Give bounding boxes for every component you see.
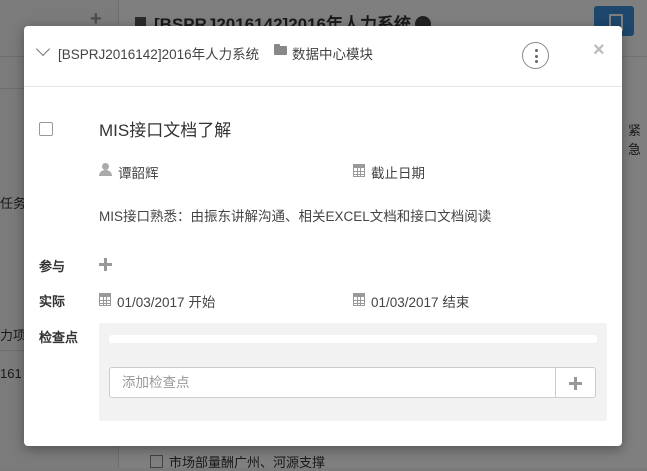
more-vertical-icon bbox=[534, 49, 538, 52]
folder-icon bbox=[274, 44, 287, 55]
chevron-down-icon[interactable] bbox=[35, 41, 51, 57]
due-date-field[interactable]: 截止日期 bbox=[371, 162, 425, 182]
add-participant-plus-icon[interactable] bbox=[99, 258, 112, 271]
more-vertical-icon-dot bbox=[534, 54, 538, 58]
task-complete-checkbox[interactable] bbox=[39, 122, 53, 136]
checkpoints-label: 检查点 bbox=[39, 330, 79, 345]
plus-icon bbox=[569, 377, 582, 390]
calendar-icon bbox=[353, 293, 365, 306]
user-icon bbox=[99, 163, 112, 176]
more-vertical-icon-dot bbox=[534, 60, 538, 63]
checklist-progress-bar bbox=[109, 335, 597, 343]
modal-header: [BSPRJ2016142]2016年人力系统 数据中心模块 × bbox=[24, 26, 622, 87]
calendar-icon bbox=[353, 164, 365, 177]
breadcrumb-project[interactable]: [BSPRJ2016142]2016年人力系统 bbox=[58, 43, 259, 63]
add-checkpoint-button[interactable] bbox=[556, 367, 596, 398]
close-button[interactable]: × bbox=[593, 40, 605, 60]
actual-end-date[interactable]: 01/03/2017 结束 bbox=[371, 291, 469, 311]
task-description[interactable]: MIS接口熟悉：由振东讲解沟通、相关EXCEL文档和接口文档阅读 bbox=[99, 205, 491, 225]
actual-start-date[interactable]: 01/03/2017 开始 bbox=[117, 291, 215, 311]
checklist-panel bbox=[99, 323, 607, 421]
task-detail-modal: [BSPRJ2016142]2016年人力系统 数据中心模块 × MIS接口文档… bbox=[24, 26, 622, 446]
breadcrumb-module[interactable]: 数据中心模块 bbox=[292, 43, 373, 63]
assignee-name[interactable]: 谭韶辉 bbox=[118, 162, 159, 182]
task-title[interactable]: MIS接口文档了解 bbox=[99, 116, 231, 141]
more-options-button[interactable] bbox=[522, 42, 549, 69]
add-checkpoint-input[interactable] bbox=[109, 367, 556, 398]
actual-label: 实际 bbox=[39, 294, 66, 309]
participants-label: 参与 bbox=[39, 259, 66, 274]
calendar-icon bbox=[99, 293, 111, 306]
